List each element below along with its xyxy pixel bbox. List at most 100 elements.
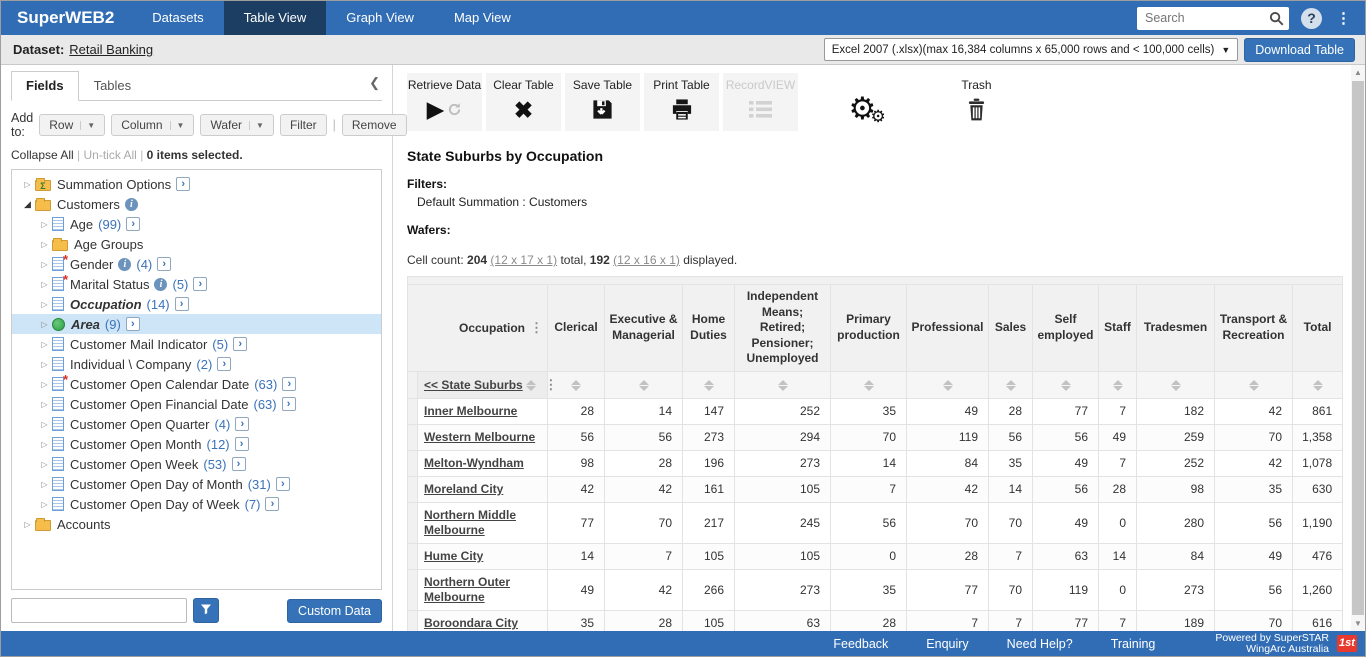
kebab-menu-icon[interactable]: ⋮ — [544, 377, 557, 392]
open-values-arrow-button[interactable]: › — [193, 277, 207, 291]
data-cell[interactable]: 28 — [605, 610, 683, 631]
scrollbar-thumb[interactable] — [1352, 81, 1364, 615]
info-icon[interactable]: i — [154, 278, 167, 291]
open-values-arrow-button[interactable]: › — [265, 497, 279, 511]
data-cell[interactable]: 56 — [1215, 569, 1293, 610]
footer-link-enquiry[interactable]: Enquiry — [926, 637, 968, 651]
sort-icon[interactable] — [1006, 379, 1016, 392]
sort-icon[interactable] — [1249, 379, 1259, 392]
tree-item-marital-status[interactable]: ▷*Marital Statusi(5)› — [12, 274, 381, 294]
gears-button[interactable]: ⚙⚙ — [830, 73, 905, 131]
total-dims-link[interactable]: (12 x 17 x 1) — [490, 253, 557, 267]
open-values-arrow-button[interactable]: › — [232, 457, 246, 471]
row-label-link[interactable]: Western Melbourne — [424, 430, 535, 444]
data-cell[interactable]: 1,358 — [1293, 424, 1343, 450]
open-values-arrow-button[interactable]: › — [282, 377, 296, 391]
tree-item-age[interactable]: ▷Age(99)› — [12, 214, 381, 234]
sort-cell-staff[interactable] — [1099, 371, 1137, 398]
open-values-arrow-button[interactable]: › — [217, 357, 231, 371]
data-cell[interactable]: 245 — [735, 502, 831, 543]
data-cell[interactable]: 56 — [1215, 502, 1293, 543]
sort-cell-primary-production[interactable] — [831, 371, 907, 398]
data-cell[interactable]: 252 — [735, 398, 831, 424]
scroll-down-icon[interactable]: ▼ — [1351, 616, 1365, 631]
overflow-menu-icon[interactable]: ⋮ — [1334, 9, 1353, 27]
nav-tab-datasets[interactable]: Datasets — [132, 1, 223, 35]
data-cell[interactable]: 273 — [1137, 569, 1215, 610]
sort-icon[interactable] — [1313, 379, 1323, 392]
row-dimension-header[interactable]: << State Suburbs ⋮ — [418, 371, 548, 398]
nav-tab-graph-view[interactable]: Graph View — [326, 1, 434, 35]
export-format-select[interactable]: Excel 2007 (.xlsx)(max 16,384 columns x … — [824, 38, 1239, 61]
data-cell[interactable]: 49 — [548, 569, 605, 610]
data-cell[interactable]: 42 — [605, 476, 683, 502]
column-header-primary-production[interactable]: Primary production — [831, 285, 907, 372]
tree-item-customer-open-calendar-date[interactable]: ▷*Customer Open Calendar Date(63)› — [12, 374, 381, 394]
expand-expander-icon[interactable]: ▷ — [20, 520, 35, 529]
data-cell[interactable]: 28 — [831, 610, 907, 631]
field-filter-button[interactable] — [193, 598, 219, 623]
data-cell[interactable]: 189 — [1137, 610, 1215, 631]
tab-fields[interactable]: Fields — [11, 71, 79, 101]
data-cell[interactable]: 0 — [831, 543, 907, 569]
recordview-button[interactable]: RecordVIEW — [723, 73, 798, 131]
expand-expander-icon[interactable]: ▷ — [37, 280, 52, 289]
field-search-input[interactable] — [11, 598, 187, 623]
nav-tab-map-view[interactable]: Map View — [434, 1, 531, 35]
data-cell[interactable]: 35 — [989, 450, 1033, 476]
data-cell[interactable]: 63 — [735, 610, 831, 631]
data-cell[interactable]: 280 — [1137, 502, 1215, 543]
search-input[interactable] — [1137, 7, 1289, 30]
tree-item-area[interactable]: ▷Area(9)› — [12, 314, 381, 334]
data-cell[interactable]: 273 — [683, 424, 735, 450]
row-label-link[interactable]: Boroondara City — [424, 616, 518, 630]
row-label-link[interactable]: Moreland City — [424, 482, 503, 496]
row-label-link[interactable]: Inner Melbourne — [424, 404, 517, 418]
data-cell[interactable]: 105 — [683, 543, 735, 569]
data-cell[interactable]: 28 — [605, 450, 683, 476]
tree-item-customer-open-week[interactable]: ▷Customer Open Week(53)› — [12, 454, 381, 474]
sort-icon[interactable] — [1113, 379, 1123, 392]
data-cell[interactable]: 35 — [831, 398, 907, 424]
sort-icon[interactable] — [778, 379, 788, 392]
data-cell[interactable]: 0 — [1099, 502, 1137, 543]
data-cell[interactable]: 56 — [831, 502, 907, 543]
data-cell[interactable]: 861 — [1293, 398, 1343, 424]
column-header-home-duties[interactable]: Home Duties — [683, 285, 735, 372]
data-cell[interactable]: 105 — [735, 543, 831, 569]
data-cell[interactable]: 105 — [683, 610, 735, 631]
expand-expander-icon[interactable]: ▷ — [37, 260, 52, 269]
data-cell[interactable]: 147 — [683, 398, 735, 424]
row-label-link[interactable]: Northern Middle Melbourne — [424, 508, 516, 537]
nav-tab-table-view[interactable]: Table View — [224, 1, 327, 35]
open-values-arrow-button[interactable]: › — [276, 477, 290, 491]
sort-cell-sales[interactable] — [989, 371, 1033, 398]
data-cell[interactable]: 98 — [548, 450, 605, 476]
tab-tables[interactable]: Tables — [79, 71, 147, 100]
data-cell[interactable]: 1,260 — [1293, 569, 1343, 610]
data-cell[interactable]: 7 — [1099, 398, 1137, 424]
data-cell[interactable]: 7 — [605, 543, 683, 569]
sort-cell-professional[interactable] — [907, 371, 989, 398]
tree-item-customers[interactable]: ◢Customersi — [12, 194, 381, 214]
data-cell[interactable]: 28 — [548, 398, 605, 424]
data-cell[interactable]: 7 — [1099, 450, 1137, 476]
data-cell[interactable]: 49 — [1215, 543, 1293, 569]
expand-expander-icon[interactable]: ▷ — [37, 240, 52, 249]
data-cell[interactable]: 14 — [1099, 543, 1137, 569]
data-cell[interactable]: 70 — [989, 569, 1033, 610]
clear-table-button[interactable]: Clear Table✖ — [486, 73, 561, 131]
data-cell[interactable]: 1,190 — [1293, 502, 1343, 543]
data-cell[interactable]: 49 — [1033, 502, 1099, 543]
custom-data-button[interactable]: Custom Data — [287, 599, 382, 623]
data-cell[interactable]: 217 — [683, 502, 735, 543]
vertical-scrollbar[interactable]: ▲ ▼ — [1351, 65, 1365, 631]
add-to-column-button[interactable]: Column▼ — [111, 114, 194, 136]
data-cell[interactable]: 35 — [831, 569, 907, 610]
expand-expander-icon[interactable]: ▷ — [37, 320, 52, 329]
sidebar-collapse-icon[interactable]: ❮ — [369, 75, 380, 91]
open-values-arrow-button[interactable]: › — [176, 177, 190, 191]
open-values-arrow-button[interactable]: › — [157, 257, 171, 271]
collapse-all-link[interactable]: Collapse All — [11, 148, 74, 162]
open-values-arrow-button[interactable]: › — [282, 397, 296, 411]
